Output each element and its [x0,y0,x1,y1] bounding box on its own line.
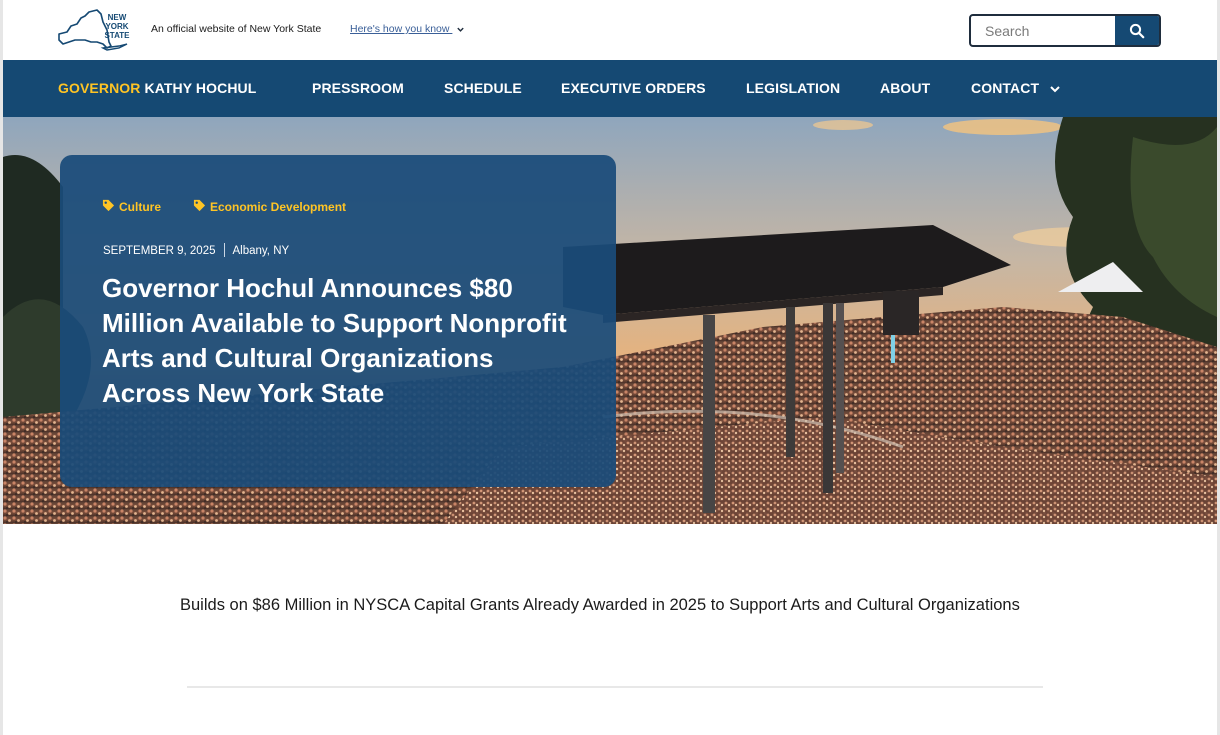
nav-item-schedule[interactable]: SCHEDULE [444,80,522,96]
nav-governor-name: KATHY HOCHUL [144,80,257,96]
official-website-text: An official website of New York State [151,23,322,35]
article-headline: Governor Hochul Announces $80 Million Av… [102,273,567,408]
how-you-know-label: Here's how you know [350,23,450,35]
nav-governor-home[interactable]: GOVERNOR KATHY HOCHUL [58,80,256,96]
article-content: Builds on $86 Million in NYSCA Capital G… [3,524,1217,735]
search-box [969,14,1161,47]
logo-line-3: STATE [104,31,130,40]
nav-item-pressroom[interactable]: PRESSROOM [312,80,404,96]
logo-line-2: YORK [105,22,128,31]
utility-bar: NEW YORK STATE An official website of Ne… [3,0,1217,60]
article-subheading: Builds on $86 Million in NYSCA Capital G… [180,596,1020,614]
search-input[interactable] [971,16,1117,45]
tag-icon [193,199,206,212]
nav-contact-label: CONTACT [971,80,1040,96]
logo-line-1: NEW [108,13,127,22]
chevron-down-icon [457,27,465,32]
tag-icon [102,199,115,212]
nav-item-about[interactable]: ABOUT [880,80,930,96]
tag-culture-label: Culture [119,200,161,214]
divider [187,686,1043,688]
article-location: Albany, NY [232,245,290,257]
page: NEW YORK STATE An official website of Ne… [0,0,1220,735]
how-you-know-link[interactable]: Here's how you know [350,23,465,35]
nav-item-legislation[interactable]: LEGISLATION [746,80,840,96]
article-date: SEPTEMBER 9, 2025 [103,245,216,257]
nav-item-executive-orders[interactable]: EXECUTIVE ORDERS [561,80,706,96]
article-meta: SEPTEMBER 9, 2025 Albany, NY [103,243,289,257]
hero-card: Culture Economic Development SEPTEMBER 9… [60,155,616,487]
tag-economic-development[interactable]: Economic Development [193,199,346,214]
meta-separator [223,243,225,257]
nav-governor-prefix: GOVERNOR [58,80,141,96]
hero: Culture Economic Development SEPTEMBER 9… [3,117,1217,524]
main-nav: GOVERNOR KATHY HOCHUL PRESSROOM SCHEDULE… [3,60,1217,117]
search-button[interactable] [1115,16,1159,45]
chevron-down-icon [1050,86,1060,93]
tag-culture[interactable]: Culture [102,199,161,214]
search-icon [1129,23,1145,38]
tag-economic-development-label: Economic Development [210,200,347,214]
nys-logo[interactable]: NEW YORK STATE [57,8,135,52]
nav-item-contact[interactable]: CONTACT [971,80,1061,96]
